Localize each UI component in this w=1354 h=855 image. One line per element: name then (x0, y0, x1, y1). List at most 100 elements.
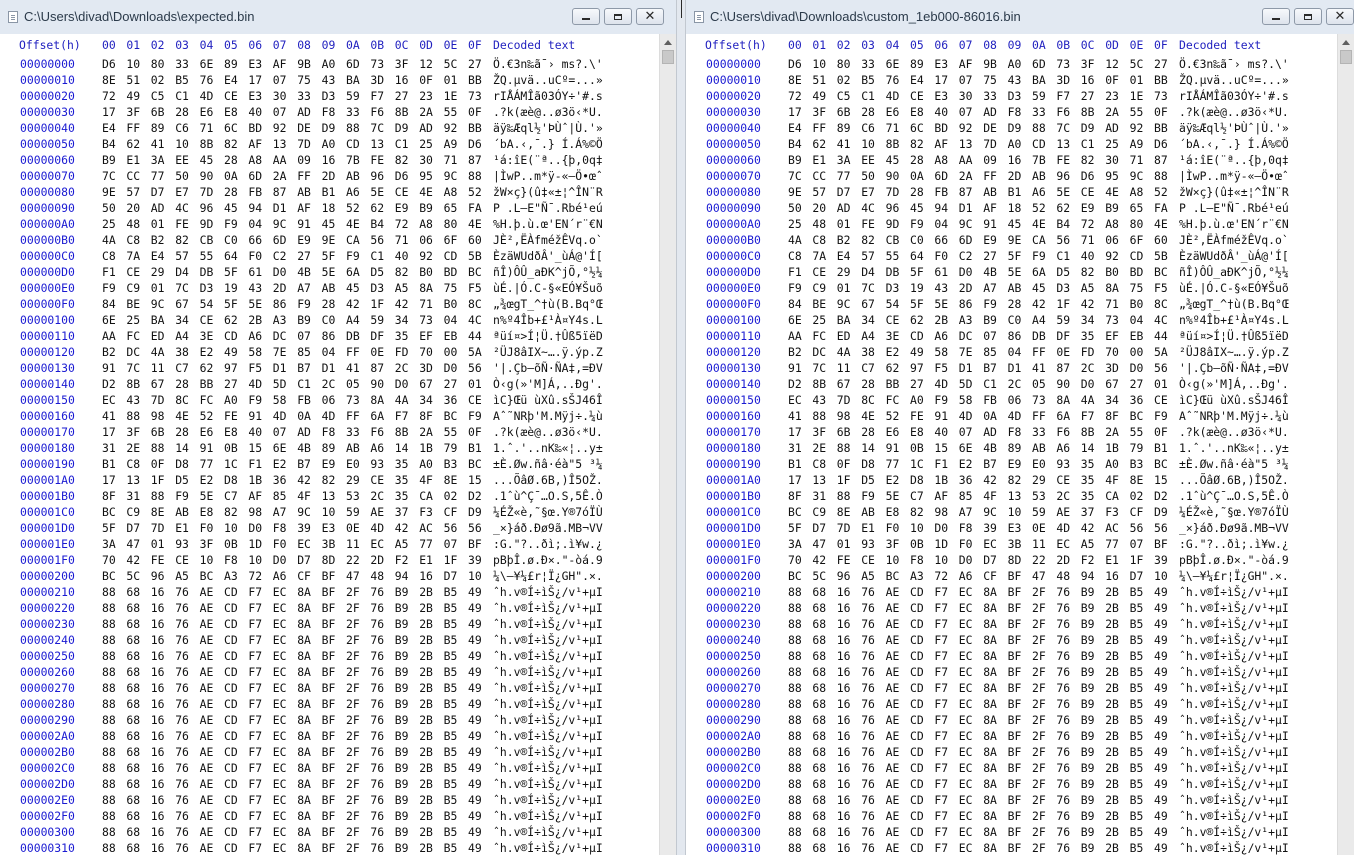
hex-byte[interactable]: B9 (983, 312, 997, 328)
hex-byte[interactable]: 16 (151, 760, 165, 776)
hex-byte[interactable]: 88 (837, 488, 851, 504)
hex-byte[interactable]: 4E (1154, 216, 1168, 232)
decoded-text[interactable]: ˆh.v®Í÷ìŠ¿/v¹+µI (493, 632, 603, 648)
hex-byte[interactable]: 15 (1154, 472, 1168, 488)
hex-byte[interactable]: 5F (788, 520, 802, 536)
hex-byte[interactable]: 16 (151, 664, 165, 680)
hex-byte[interactable]: B5 (444, 648, 458, 664)
hex-byte[interactable]: 6A (1056, 408, 1070, 424)
hex-byte[interactable]: AB (346, 168, 360, 184)
decoded-text[interactable]: ±È.Øw.ñâ·éà"5 ³¼ (1179, 456, 1289, 472)
close-button[interactable]: ✕ (636, 8, 664, 25)
hex-byte[interactable]: 1F (1130, 552, 1144, 568)
hex-byte[interactable]: 2F (1032, 776, 1046, 792)
hex-byte[interactable]: 8C (861, 392, 875, 408)
hex-byte[interactable]: CD (1032, 136, 1046, 152)
hex-byte[interactable]: 8E (102, 72, 116, 88)
hex-byte[interactable]: B4 (788, 136, 802, 152)
hex-byte[interactable]: BD (444, 264, 458, 280)
hex-byte[interactable]: 49 (1154, 824, 1168, 840)
hex-byte[interactable]: 25 (1105, 136, 1119, 152)
hex-byte[interactable]: 27 (983, 248, 997, 264)
hex-byte[interactable]: EC (273, 776, 287, 792)
hex-byte[interactable]: BF (322, 728, 336, 744)
hex-byte[interactable]: 89 (151, 120, 165, 136)
hex-byte[interactable]: FE (910, 408, 924, 424)
hex-byte[interactable]: 28 (861, 104, 875, 120)
hex-byte[interactable]: 59 (1032, 504, 1046, 520)
close-button[interactable]: ✕ (1326, 8, 1354, 25)
splitter-grip[interactable] (681, 0, 682, 18)
hex-byte[interactable]: 88 (102, 680, 116, 696)
hex-byte[interactable]: A7 (297, 280, 311, 296)
hex-byte[interactable]: A4 (175, 328, 189, 344)
hex-byte[interactable]: DE (983, 120, 997, 136)
hex-byte[interactable]: B9 (395, 728, 409, 744)
hex-byte[interactable]: 0E (1032, 520, 1046, 536)
hex-byte[interactable]: 2B (1105, 712, 1119, 728)
hex-byte[interactable]: 2F (346, 744, 360, 760)
hex-byte[interactable]: 49 (468, 680, 482, 696)
hex-byte[interactable]: 68 (126, 760, 140, 776)
hex-byte[interactable]: 38 (175, 344, 189, 360)
hex-byte[interactable]: 88 (788, 824, 802, 840)
hex-byte[interactable]: D0 (273, 264, 287, 280)
hex-byte[interactable]: B5 (444, 680, 458, 696)
hex-byte[interactable]: F6 (370, 424, 384, 440)
hex-byte[interactable]: E6 (886, 104, 900, 120)
hex-byte[interactable]: 8A (983, 584, 997, 600)
hex-byte[interactable]: 39 (468, 552, 482, 568)
hex-byte[interactable]: F7 (934, 696, 948, 712)
hex-byte[interactable]: AE (200, 632, 214, 648)
hex-byte[interactable]: B5 (1130, 792, 1144, 808)
hex-byte[interactable]: B9 (1081, 664, 1095, 680)
hex-byte[interactable]: A5 (395, 536, 409, 552)
hex-byte[interactable]: CD (346, 136, 360, 152)
hex-byte[interactable]: 2B (1105, 696, 1119, 712)
hex-byte[interactable]: B0 (419, 264, 433, 280)
hex-byte[interactable]: 64 (910, 248, 924, 264)
hex-byte[interactable]: D9 (468, 504, 482, 520)
hex-byte[interactable]: 2F (1032, 632, 1046, 648)
hex-byte[interactable]: 80 (151, 56, 165, 72)
hex-byte[interactable]: 06 (419, 232, 433, 248)
decoded-text[interactable]: ˆh.v®Í÷ìŠ¿/v¹+µI (1179, 808, 1289, 824)
hex-byte[interactable]: 4D (1008, 408, 1022, 424)
hex-byte[interactable]: 2B (419, 760, 433, 776)
hex-byte[interactable]: 2D (959, 280, 973, 296)
hex-byte[interactable]: CD (910, 616, 924, 632)
hex-byte[interactable]: 28 (910, 152, 924, 168)
hex-byte[interactable]: 8A (983, 744, 997, 760)
hex-byte[interactable]: BB (468, 72, 482, 88)
hex-byte[interactable]: 76 (370, 680, 384, 696)
hex-byte[interactable]: F7 (934, 760, 948, 776)
hex-byte[interactable]: D7 (983, 552, 997, 568)
hex-byte[interactable]: 70 (1105, 344, 1119, 360)
hex-byte[interactable]: 76 (370, 600, 384, 616)
hex-byte[interactable]: 50 (175, 168, 189, 184)
hex-byte[interactable]: 5C (1130, 56, 1144, 72)
decoded-text[interactable]: ùÉ.|Ó.C-§«EÓ¥Šuõ (1179, 280, 1289, 296)
hex-byte[interactable]: 2D (1008, 168, 1022, 184)
hex-byte[interactable]: 04 (444, 312, 458, 328)
hex-byte[interactable]: 49 (468, 776, 482, 792)
hex-byte[interactable]: 6C (910, 120, 924, 136)
hex-byte[interactable]: 59 (1032, 88, 1046, 104)
decoded-text[interactable]: %H.þ.ù.œ'EN´r¨€N (1179, 216, 1289, 232)
hex-byte[interactable]: B9 (395, 648, 409, 664)
hex-byte[interactable]: 48 (370, 568, 384, 584)
hex-byte[interactable]: 90 (200, 168, 214, 184)
hex-byte[interactable]: 7E (959, 344, 973, 360)
hex-byte[interactable]: D0 (959, 264, 973, 280)
hex-byte[interactable]: ED (151, 328, 165, 344)
hex-byte[interactable]: AF (248, 488, 262, 504)
hex-byte[interactable]: B5 (1130, 632, 1144, 648)
hex-byte[interactable]: 6B (151, 424, 165, 440)
hex-byte[interactable]: BF (1008, 648, 1022, 664)
hex-byte[interactable]: 88 (126, 408, 140, 424)
hex-byte[interactable]: 34 (1105, 392, 1119, 408)
hex-byte[interactable]: 23 (419, 88, 433, 104)
hex-byte[interactable]: C7 (910, 488, 924, 504)
hex-byte[interactable]: 88 (788, 680, 802, 696)
scrollbar-thumb[interactable] (1340, 50, 1352, 64)
